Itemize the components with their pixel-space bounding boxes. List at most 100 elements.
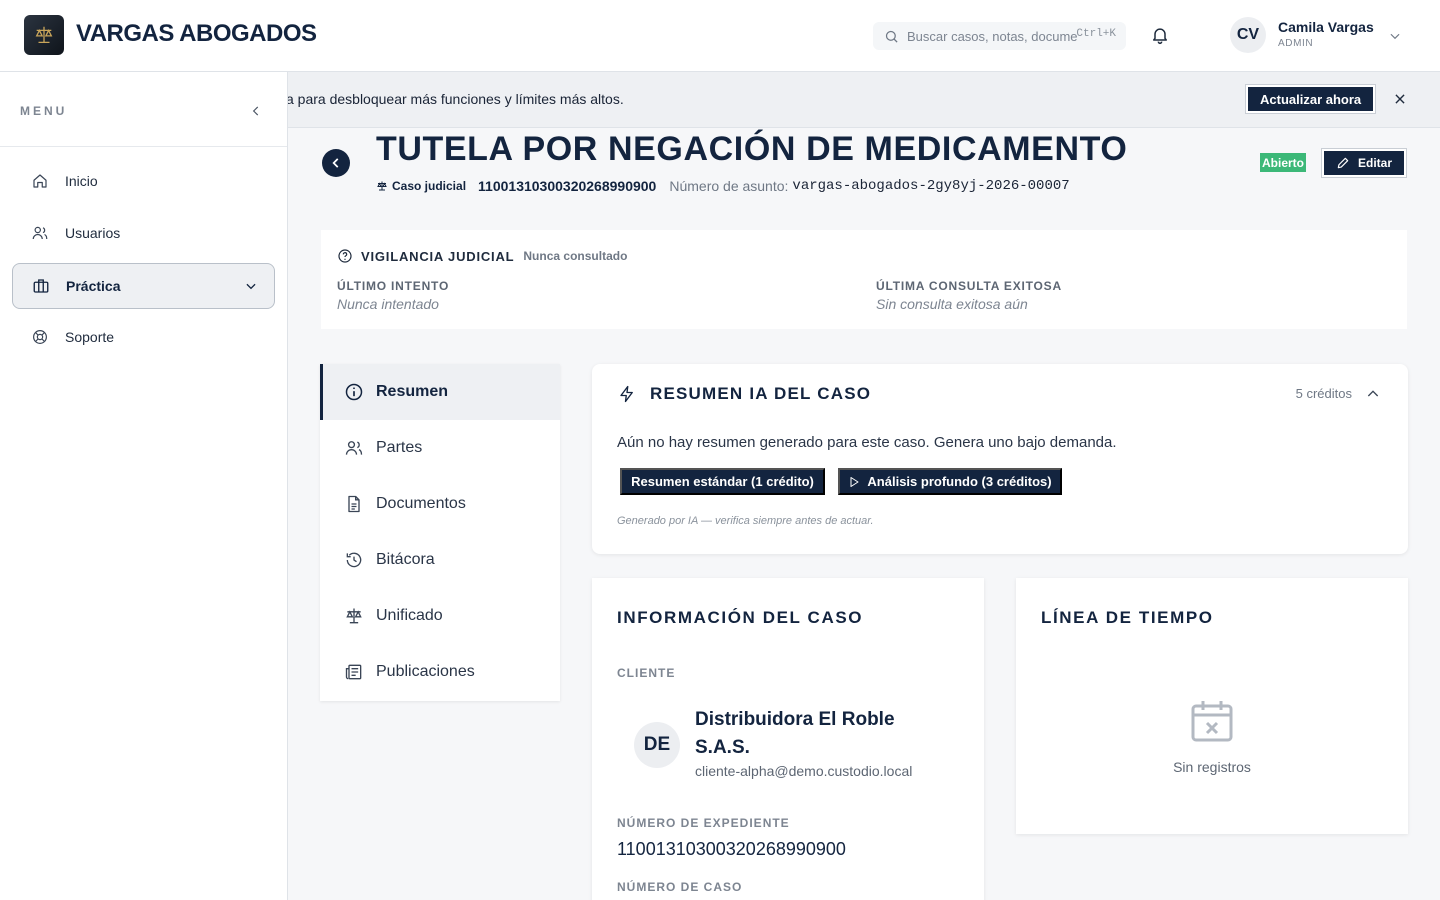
chevron-left-icon [332, 158, 339, 168]
tab-label: Bitácora [376, 551, 435, 568]
tab-label: Partes [376, 439, 423, 456]
case-info-title: INFORMACIÓN DEL CASO [617, 608, 864, 627]
user-avatar[interactable]: CV [1230, 17, 1266, 53]
upgrade-button[interactable]: Actualizar ahora [1246, 85, 1376, 113]
last-attempt-value: Nunca intentado [337, 296, 439, 312]
info-icon [345, 383, 363, 401]
chevron-down-icon[interactable] [244, 279, 258, 293]
case-info-card: INFORMACIÓN DEL CASO CLIENTE DE Distribu… [592, 578, 984, 900]
tab-label: Resumen [376, 383, 449, 400]
sidebar-item-label: Soporte [65, 329, 115, 345]
timeline-empty-text: Sin registros [1173, 759, 1251, 775]
document-icon [348, 495, 360, 513]
sidebar-item-practica[interactable]: Práctica [12, 263, 275, 309]
banner-text: a para desbloquear más funciones y límit… [288, 91, 624, 107]
close-banner-button[interactable] [1393, 92, 1407, 106]
chevron-left-icon [252, 106, 259, 116]
ai-summary-header: RESUMEN IA DEL CASO [618, 384, 871, 404]
vigilancia-status: Nunca consultado [523, 249, 628, 263]
notifications-button[interactable] [1150, 25, 1170, 45]
case-tabs: Resumen Partes Documentos Bitácora Unifi… [320, 364, 560, 701]
collapse-sidebar-button[interactable] [249, 104, 263, 118]
bell-icon [1153, 28, 1167, 45]
timeline-card: LÍNEA DE TIEMPO Sin registros [1016, 578, 1408, 834]
matter-number-label: Número de asunto: [669, 178, 789, 194]
chevron-down-icon [1390, 33, 1400, 40]
tab-bitacora[interactable]: Bitácora [320, 532, 560, 588]
top-header: VARGAS ABOGADOS Ctrl+K CV Camila Vargas … [0, 0, 1440, 72]
last-success-value: Sin consulta exitosa aún [876, 296, 1028, 312]
client-name[interactable]: Distribuidora El Roble S.A.S. [695, 706, 935, 762]
upgrade-banner: a para desbloquear más funciones y límit… [288, 72, 1440, 128]
case-number-label: NÚMERO DE CASO [617, 880, 743, 894]
search-input[interactable] [907, 28, 1077, 44]
standard-summary-button[interactable]: Resumen estándar (1 crédito) [620, 468, 825, 495]
users-icon [32, 226, 48, 240]
search-shortcut: Ctrl+K [1076, 28, 1116, 40]
last-attempt-label: ÚLTIMO INTENTO [337, 279, 450, 293]
client-email: cliente-alpha@demo.custodio.local [695, 763, 913, 779]
edit-button-label: Editar [1357, 156, 1392, 170]
collapse-summary-button[interactable] [1365, 386, 1381, 402]
scale-logo-icon [35, 26, 53, 43]
client-label: CLIENTE [617, 666, 676, 680]
client-avatar: DE [634, 722, 680, 768]
tab-publicaciones[interactable]: Publicaciones [320, 644, 560, 700]
pencil-icon [1337, 157, 1349, 169]
last-success-label: ÚLTIMA CONSULTA EXITOSA [876, 279, 1062, 293]
vigilancia-card: VIGILANCIA JUDICIAL Nunca consultado ÚLT… [321, 230, 1407, 329]
tab-partes[interactable]: Partes [320, 420, 560, 476]
search-icon [885, 30, 898, 43]
scale-icon [346, 608, 362, 624]
status-badge: Abierto [1260, 153, 1306, 172]
sidebar-item-label: Práctica [66, 278, 121, 294]
matter-number-value: vargas-abogados-2gy8yj-2026-00007 [792, 178, 1070, 194]
ai-summary-empty-text: Aún no hay resumen generado para este ca… [617, 434, 1117, 451]
file-number-value: 11001310300320268990900 [617, 839, 846, 859]
sidebar-item-usuarios[interactable]: Usuarios [12, 210, 275, 256]
users-icon [345, 441, 363, 455]
vigilancia-header: VIGILANCIA JUDICIAL Nunca consultado [337, 248, 627, 264]
tab-label: Documentos [376, 495, 466, 512]
tab-resumen[interactable]: Resumen [320, 364, 560, 420]
play-icon [850, 476, 859, 487]
case-meta: Caso judicial 11001310300320268990900 Nú… [376, 178, 1070, 194]
ai-disclaimer: Generado por IA — verifica siempre antes… [617, 515, 874, 527]
brand-name[interactable]: VARGAS ABOGADOS [76, 20, 317, 48]
history-icon [346, 552, 362, 568]
case-type: Caso judicial [392, 179, 467, 193]
sidebar-item-label: Inicio [65, 173, 98, 189]
sidebar-item-soporte[interactable]: Soporte [12, 314, 275, 360]
scale-icon [377, 181, 387, 191]
user-name[interactable]: Camila Vargas [1278, 19, 1374, 35]
ai-summary-card: RESUMEN IA DEL CASO 5 créditos Aún no ha… [592, 364, 1408, 554]
menu-label: MENU [20, 104, 68, 118]
user-menu-toggle[interactable] [1388, 29, 1402, 43]
back-button[interactable] [322, 149, 350, 177]
deep-analysis-button[interactable]: Análisis profundo (3 créditos) [838, 468, 1062, 495]
tab-unificado[interactable]: Unificado [320, 588, 560, 644]
sidebar-item-label: Usuarios [65, 225, 121, 241]
user-role: ADMIN [1278, 38, 1314, 49]
tab-label: Publicaciones [376, 663, 475, 680]
file-number-label: NÚMERO DE EXPEDIENTE [617, 816, 790, 830]
edit-button[interactable]: Editar [1322, 149, 1406, 177]
firm-logo[interactable] [24, 15, 64, 55]
sidebar-item-inicio[interactable]: Inicio [12, 158, 275, 204]
help-circle-icon [338, 249, 352, 263]
sidebar: MENU Inicio Usuarios Práctica Soporte [0, 72, 288, 900]
close-icon [1395, 94, 1405, 104]
home-icon [33, 174, 47, 188]
global-search[interactable]: Ctrl+K [873, 22, 1126, 50]
tab-label: Unificado [376, 607, 443, 624]
newspaper-icon [345, 664, 362, 680]
tab-documentos[interactable]: Documentos [320, 476, 560, 532]
ai-summary-title: RESUMEN IA DEL CASO [650, 384, 872, 403]
lightning-icon [620, 385, 633, 403]
deep-analysis-label: Análisis profundo (3 créditos) [867, 474, 1052, 489]
vigilancia-title: VIGILANCIA JUDICIAL [361, 248, 515, 264]
lifebuoy-icon [33, 330, 47, 344]
timeline-title: LÍNEA DE TIEMPO [1041, 608, 1214, 627]
chevron-up-icon [1367, 390, 1379, 397]
briefcase-icon [33, 279, 49, 293]
